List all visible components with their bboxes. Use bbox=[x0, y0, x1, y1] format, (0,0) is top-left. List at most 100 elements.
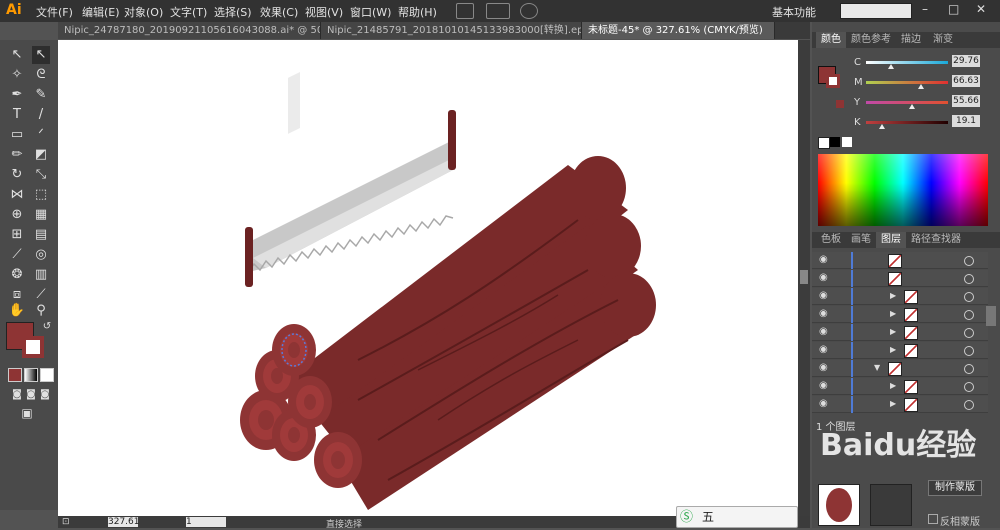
arrange-documents-icon[interactable] bbox=[486, 3, 510, 19]
channel-slider-c[interactable] bbox=[866, 61, 948, 64]
channel-knob-y[interactable] bbox=[908, 104, 915, 109]
visibility-eye-icon[interactable]: ◉ bbox=[819, 362, 828, 373]
menu-file[interactable]: 文件(F) bbox=[36, 4, 73, 20]
symbol-sprayer-tool-icon[interactable]: ❂ bbox=[8, 266, 26, 284]
menu-effect[interactable]: 效果(C) bbox=[260, 4, 298, 20]
draw-inside-icon[interactable]: ◙ bbox=[36, 386, 54, 404]
invert-mask-checkbox[interactable] bbox=[928, 514, 938, 524]
pencil-tool-icon[interactable]: ✏ bbox=[8, 146, 26, 164]
workspace-switcher[interactable]: 基本功能 bbox=[772, 4, 816, 20]
gradient-tool-icon[interactable]: ▤ bbox=[32, 226, 50, 244]
blend-tool-icon[interactable]: ◎ bbox=[32, 246, 50, 264]
artboard-canvas[interactable] bbox=[58, 40, 798, 516]
target-circle-icon[interactable] bbox=[964, 400, 974, 410]
layer-row[interactable] bbox=[812, 342, 988, 359]
target-circle-icon[interactable] bbox=[964, 364, 974, 374]
expand-triangle-icon[interactable]: ▶ bbox=[890, 309, 896, 318]
zoom-level-field[interactable]: 327.61 bbox=[108, 517, 140, 527]
visibility-eye-icon[interactable]: ◉ bbox=[819, 254, 828, 265]
ime-mode-label[interactable]: 五 bbox=[702, 508, 714, 525]
menu-view[interactable]: 视图(V) bbox=[305, 4, 343, 20]
column-graph-tool-icon[interactable]: ▥ bbox=[32, 266, 50, 284]
expand-triangle-icon[interactable]: ▶ bbox=[890, 399, 896, 408]
out-of-gamut-swatch[interactable] bbox=[836, 100, 844, 108]
target-circle-icon[interactable] bbox=[964, 382, 974, 392]
scale-tool-icon[interactable]: ⤡ bbox=[32, 166, 50, 184]
tab-color[interactable]: 颜色 bbox=[816, 32, 846, 48]
mask-thumbnail[interactable] bbox=[870, 484, 912, 526]
channel-value-k[interactable]: 19.1 bbox=[952, 115, 980, 127]
paintbrush-tool-icon[interactable]: ᐟ bbox=[32, 126, 50, 144]
layers-scroll-thumb[interactable] bbox=[986, 306, 996, 326]
line-tool-icon[interactable]: / bbox=[32, 106, 50, 124]
none-color-swatch[interactable] bbox=[818, 137, 830, 149]
visibility-eye-icon[interactable]: ◉ bbox=[819, 398, 828, 409]
eraser-tool-icon[interactable]: ◩ bbox=[32, 146, 50, 164]
visibility-eye-icon[interactable]: ◉ bbox=[819, 290, 828, 301]
target-circle-icon[interactable] bbox=[964, 256, 974, 266]
tab-document-2[interactable]: Nipic_21485791_20181010145133983000[转换].… bbox=[321, 22, 582, 39]
layer-row[interactable] bbox=[812, 306, 988, 323]
target-circle-icon[interactable] bbox=[964, 274, 974, 284]
layer-row[interactable] bbox=[812, 378, 988, 395]
target-circle-icon[interactable] bbox=[964, 328, 974, 338]
white-swatch[interactable] bbox=[842, 137, 852, 147]
expand-triangle-icon[interactable]: ▼ bbox=[874, 363, 880, 372]
perspective-grid-tool-icon[interactable]: ▦ bbox=[32, 206, 50, 224]
curvature-tool-icon[interactable]: ✎ bbox=[32, 86, 50, 104]
eyedropper-tool-icon[interactable]: ⟋ bbox=[8, 246, 26, 264]
tab-document-1[interactable]: Nipic_24787180_20190921105616043088.ai* … bbox=[58, 22, 321, 39]
gradient-mode-icon[interactable] bbox=[24, 368, 38, 382]
rectangle-tool-icon[interactable]: ▭ bbox=[8, 126, 26, 144]
lasso-tool-icon[interactable]: ᘓ bbox=[32, 66, 50, 84]
ime-toolbar[interactable] bbox=[676, 506, 798, 528]
expand-triangle-icon[interactable]: ▶ bbox=[890, 345, 896, 354]
free-transform-tool-icon[interactable]: ⬚ bbox=[32, 186, 50, 204]
layer-row[interactable] bbox=[812, 324, 988, 341]
menu-type[interactable]: 文字(T) bbox=[170, 4, 207, 20]
expand-triangle-icon[interactable]: ▶ bbox=[890, 327, 896, 336]
visibility-eye-icon[interactable]: ◉ bbox=[819, 308, 828, 319]
channel-value-m[interactable]: 66.63 bbox=[952, 75, 980, 87]
color-mode-icon[interactable] bbox=[8, 368, 22, 382]
tab-gradient[interactable]: 渐变 bbox=[928, 32, 958, 48]
target-circle-icon[interactable] bbox=[964, 346, 974, 356]
close-icon[interactable]: ✕ bbox=[976, 2, 986, 16]
channel-slider-m[interactable] bbox=[866, 81, 948, 84]
zoom-icon[interactable]: ⊡ bbox=[62, 517, 70, 527]
tab-color-guide[interactable]: 颜色参考 bbox=[846, 32, 896, 48]
tab-document-active[interactable]: 未标题-45* @ 327.61% (CMYK/预览) bbox=[582, 22, 775, 39]
minimize-icon[interactable]: – bbox=[922, 2, 928, 16]
bridge-icon[interactable] bbox=[456, 3, 474, 19]
channel-knob-m[interactable] bbox=[917, 84, 924, 89]
mesh-tool-icon[interactable]: ⊞ bbox=[8, 226, 26, 244]
tab-brushes[interactable]: 画笔 bbox=[846, 232, 876, 248]
width-tool-icon[interactable]: ⋈ bbox=[8, 186, 26, 204]
layer-row[interactable] bbox=[812, 396, 988, 413]
sync-icon[interactable] bbox=[520, 3, 538, 19]
target-circle-icon[interactable] bbox=[964, 310, 974, 320]
channel-knob-c[interactable] bbox=[887, 64, 894, 69]
visibility-eye-icon[interactable]: ◉ bbox=[819, 272, 828, 283]
type-tool-icon[interactable]: T bbox=[8, 106, 26, 124]
black-swatch[interactable] bbox=[830, 137, 840, 147]
menu-select[interactable]: 选择(S) bbox=[214, 4, 252, 20]
hand-tool-icon[interactable]: ✋ bbox=[8, 302, 26, 320]
tab-layers[interactable]: 图层 bbox=[876, 232, 906, 248]
maximize-icon[interactable]: □ bbox=[948, 2, 959, 16]
visibility-eye-icon[interactable]: ◉ bbox=[819, 326, 828, 337]
magic-wand-tool-icon[interactable]: ✧ bbox=[8, 66, 26, 84]
pen-tool-icon[interactable]: ✒ bbox=[8, 86, 26, 104]
channel-slider-y[interactable] bbox=[866, 101, 948, 104]
search-input[interactable] bbox=[840, 3, 912, 19]
screen-mode-icon[interactable]: ▣ bbox=[18, 404, 36, 422]
menu-edit[interactable]: 编辑(E) bbox=[82, 4, 120, 20]
menu-window[interactable]: 窗口(W) bbox=[350, 4, 391, 20]
channel-knob-k[interactable] bbox=[878, 124, 885, 129]
none-mode-icon[interactable] bbox=[40, 368, 54, 382]
tab-swatches[interactable]: 色板 bbox=[816, 232, 846, 248]
make-mask-button[interactable]: 制作蒙版 bbox=[928, 480, 982, 496]
menu-object[interactable]: 对象(O) bbox=[124, 4, 163, 20]
canvas-scroll-thumb[interactable] bbox=[800, 270, 808, 284]
expand-triangle-icon[interactable]: ▶ bbox=[890, 291, 896, 300]
